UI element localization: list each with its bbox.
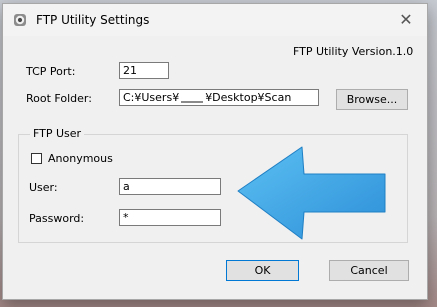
tcp-port-input[interactable]: 21 [119, 62, 169, 79]
user-label: User: [29, 181, 58, 194]
root-folder-prefix: C:¥Users¥ [123, 91, 180, 104]
redacted-username [181, 93, 204, 103]
root-folder-input[interactable]: C:¥Users¥ ¥Desktop¥Scan [119, 89, 319, 106]
cancel-button[interactable]: Cancel [329, 260, 409, 281]
version-label: FTP Utility Version.1.0 [293, 45, 414, 58]
ftp-settings-dialog: FTP Utility Settings ✕ FTP Utility Versi… [2, 3, 428, 300]
ok-button[interactable]: OK [226, 260, 299, 281]
password-input[interactable]: * [119, 209, 221, 226]
app-icon [12, 12, 28, 28]
ftp-user-group-label: FTP User [30, 127, 85, 140]
root-folder-suffix: ¥Desktop¥Scan [205, 91, 292, 104]
left-arrow-icon [237, 146, 386, 240]
password-label: Password: [29, 212, 85, 225]
user-input[interactable]: a [119, 178, 221, 195]
anonymous-label: Anonymous [48, 152, 113, 165]
window-title: FTP Utility Settings [36, 13, 150, 27]
root-folder-label: Root Folder: [26, 92, 92, 105]
browse-button[interactable]: Browse... [336, 89, 408, 110]
title-bar: FTP Utility Settings ✕ [3, 4, 427, 36]
arrow-shape [237, 146, 386, 240]
anonymous-checkbox[interactable] [31, 153, 42, 164]
tcp-port-label: TCP Port: [26, 65, 76, 78]
close-icon[interactable]: ✕ [397, 11, 415, 29]
